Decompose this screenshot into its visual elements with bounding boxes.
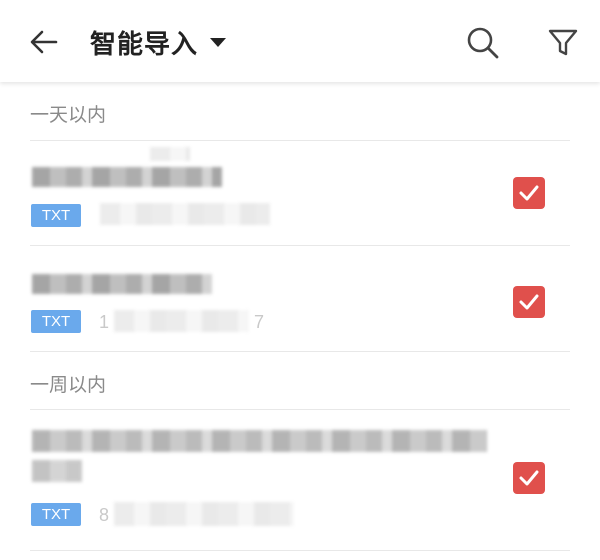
divider	[30, 351, 570, 352]
file-meta-redacted	[114, 310, 249, 332]
file-meta-start: 1	[99, 312, 110, 332]
arrow-left-icon	[30, 30, 58, 54]
checkbox-checked[interactable]	[513, 177, 545, 209]
section-header-one-week: 一周以内	[30, 374, 107, 396]
search-button[interactable]	[460, 20, 506, 66]
file-type-badge: TXT	[31, 310, 81, 333]
list-item[interactable]: TXT 8	[0, 410, 600, 550]
title-dropdown[interactable]: 智能导入	[90, 24, 227, 60]
file-meta-redacted	[114, 502, 294, 526]
file-name-redacted-line2	[32, 460, 82, 482]
list-item[interactable]: TXT 1 7	[0, 246, 600, 351]
filter-button[interactable]	[540, 20, 586, 66]
file-name-redacted	[32, 274, 212, 294]
top-toolbar: 智能导入	[0, 0, 600, 82]
page-title: 智能导入	[90, 29, 199, 60]
file-name-redacted	[32, 430, 487, 452]
caret-down-icon	[210, 37, 227, 47]
divider	[30, 550, 570, 551]
file-meta-redacted	[100, 203, 270, 225]
list-item[interactable]: TXT	[0, 141, 600, 245]
redaction-artifact	[150, 147, 190, 161]
file-type-badge: TXT	[31, 204, 81, 227]
checkbox-checked[interactable]	[513, 462, 545, 494]
check-icon	[519, 294, 539, 310]
filter-icon	[548, 29, 578, 56]
file-meta-end: 7	[254, 312, 265, 332]
file-meta-start: 8	[99, 505, 110, 525]
check-icon	[519, 470, 539, 486]
file-list: 一天以内 TXT TXT 1 7 一周以内 TXT 8	[0, 82, 600, 560]
search-icon	[467, 27, 499, 59]
section-header-one-day: 一天以内	[30, 104, 107, 126]
back-button[interactable]	[22, 20, 66, 64]
file-type-badge: TXT	[31, 503, 81, 526]
check-icon	[519, 185, 539, 201]
checkbox-checked[interactable]	[513, 286, 545, 318]
file-name-redacted	[32, 167, 222, 187]
